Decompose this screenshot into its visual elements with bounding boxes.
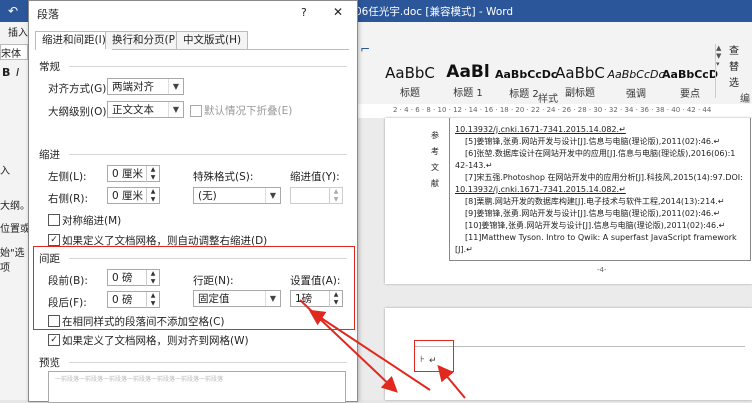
arrow-to-setting-value [308, 309, 431, 391]
arrow-to-document [299, 299, 398, 393]
arrow-to-blank-paragraph [437, 364, 466, 399]
annotation-arrows [299, 299, 466, 399]
